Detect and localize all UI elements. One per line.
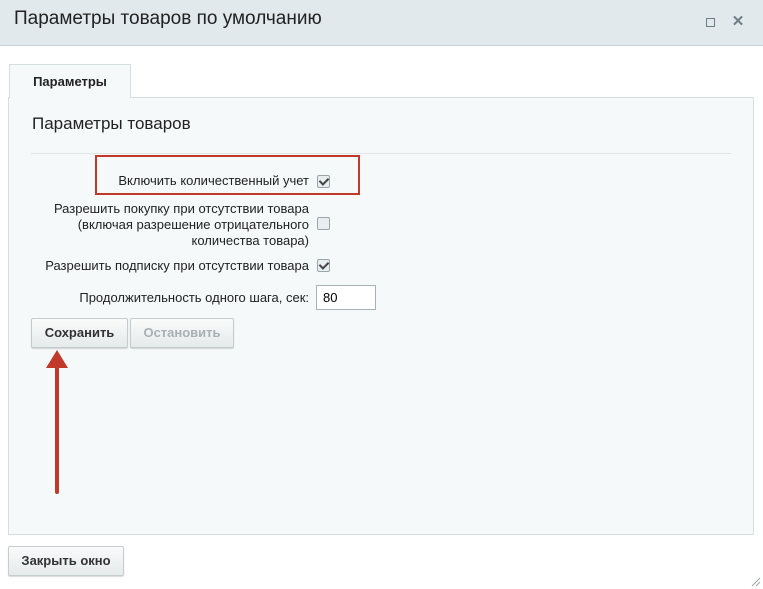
window-titlebar: Параметры товаров по умолчанию ✕ bbox=[0, 0, 763, 46]
maximize-icon[interactable] bbox=[702, 14, 718, 30]
step-duration-input[interactable] bbox=[316, 285, 376, 310]
resize-grip-icon[interactable] bbox=[749, 575, 761, 587]
section-title: Параметры товаров bbox=[32, 114, 191, 133]
section-divider bbox=[31, 153, 731, 154]
stop-button[interactable]: Остановить bbox=[130, 318, 234, 348]
quantity-tracking-checkbox[interactable] bbox=[317, 175, 330, 188]
window-title: Параметры товаров по умолчанию bbox=[14, 8, 322, 29]
close-window-button[interactable]: Закрыть окно bbox=[8, 546, 124, 576]
tab-parameters[interactable]: Параметры bbox=[9, 64, 131, 98]
annotation-arrow bbox=[46, 350, 68, 494]
step-duration-label: Продолжительность одного шага, сек: bbox=[79, 290, 309, 305]
parameters-panel: Параметры товаров Включить количественны… bbox=[8, 97, 754, 535]
allow-purchase-label: Разрешить покупку при отсутствии товара … bbox=[53, 201, 309, 248]
close-icon[interactable]: ✕ bbox=[730, 14, 746, 30]
save-button[interactable]: Сохранить bbox=[31, 318, 128, 348]
allow-purchase-checkbox[interactable] bbox=[317, 217, 330, 230]
allow-subscribe-label: Разрешить подписку при отсутствии товара bbox=[45, 258, 309, 273]
allow-subscribe-checkbox[interactable] bbox=[317, 259, 330, 272]
quantity-tracking-label: Включить количественный учет bbox=[118, 173, 309, 188]
